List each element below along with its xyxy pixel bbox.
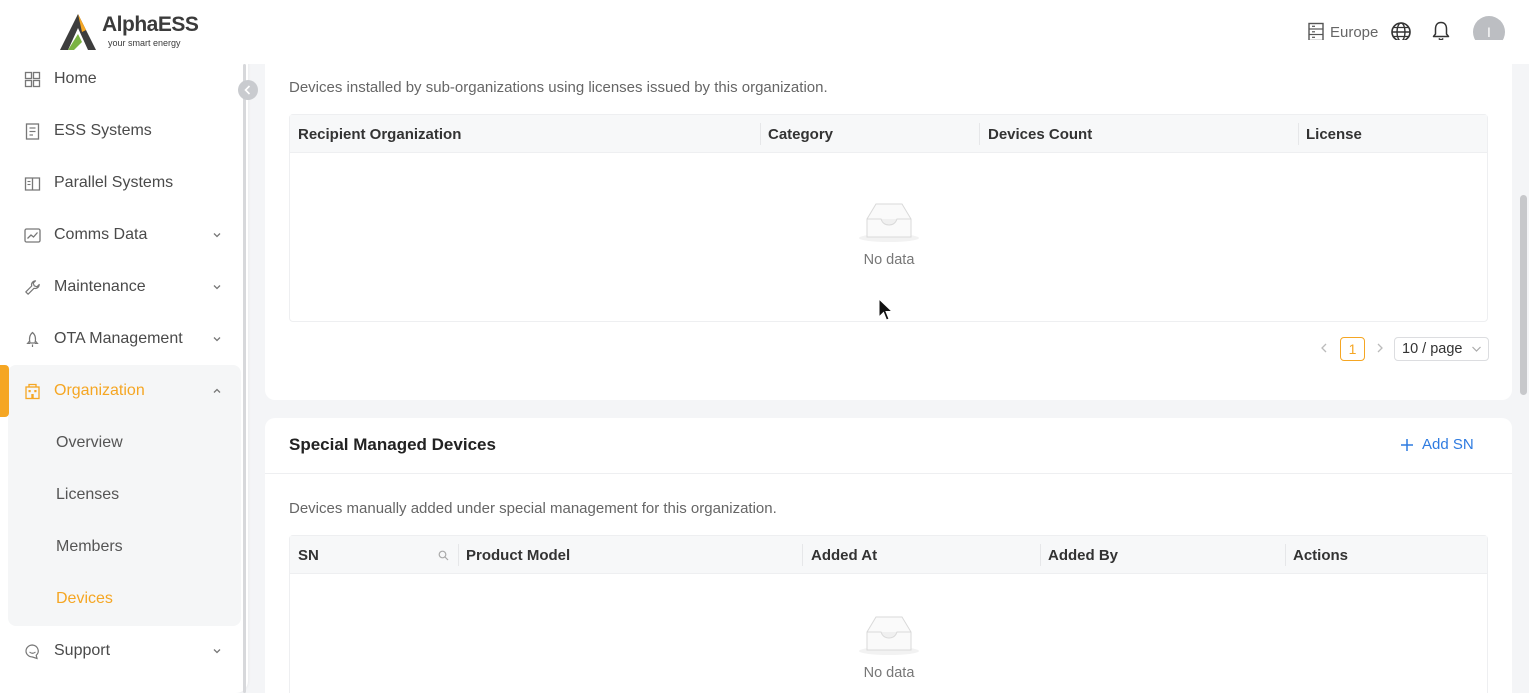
licensed-devices-description: Devices installed by sub-organizations u… bbox=[289, 79, 828, 96]
sidebar-item-support[interactable]: Support bbox=[0, 625, 240, 677]
empty-inbox-icon bbox=[859, 616, 919, 655]
column-header[interactable]: Product Model bbox=[466, 547, 570, 564]
prev-page-button[interactable] bbox=[1319, 338, 1329, 361]
column-header[interactable]: Recipient Organization bbox=[298, 126, 461, 143]
chevron-left-icon bbox=[1321, 343, 1327, 353]
sidebar-item-label: Comms Data bbox=[54, 226, 148, 243]
alphaess-logo[interactable]: AlphaESS your smart energy bbox=[58, 12, 199, 52]
wrench-icon bbox=[25, 280, 40, 295]
empty-state: No data bbox=[829, 201, 949, 268]
column-header[interactable]: Added At bbox=[811, 547, 877, 564]
column-divider bbox=[979, 123, 980, 145]
empty-inbox-icon bbox=[859, 203, 919, 242]
collapse-sidebar-button[interactable] bbox=[238, 80, 258, 100]
region-label: Europe bbox=[1330, 23, 1379, 41]
chevron-left-icon bbox=[244, 85, 251, 95]
building-icon bbox=[25, 383, 40, 400]
empty-text: No data bbox=[863, 252, 915, 268]
column-header[interactable]: Category bbox=[768, 126, 833, 143]
sidebar-item-home[interactable]: Home bbox=[0, 53, 240, 105]
chevron-up-icon bbox=[213, 388, 221, 393]
server-region-icon bbox=[1308, 22, 1324, 42]
support-chat-icon bbox=[25, 644, 39, 660]
column-divider bbox=[1298, 123, 1299, 145]
sidebar-item-organization[interactable]: Organization bbox=[0, 365, 240, 417]
sidebar-item-label: ESS Systems bbox=[54, 122, 152, 139]
page-scrollbar[interactable] bbox=[1520, 195, 1527, 395]
section-title: Special Managed Devices bbox=[289, 435, 496, 454]
sidebar-subitem-licenses[interactable]: Licenses bbox=[56, 486, 119, 504]
sidebar: AlphaESS your smart energy Home ESS Syst… bbox=[0, 0, 248, 693]
search-icon[interactable] bbox=[438, 550, 449, 561]
column-divider bbox=[1285, 544, 1286, 566]
ess-doc-icon bbox=[25, 123, 40, 140]
sidebar-item-ota-management[interactable]: OTA Management bbox=[0, 313, 240, 365]
sidebar-scrollbar[interactable] bbox=[243, 64, 246, 693]
chevron-down-icon bbox=[213, 233, 221, 238]
sidebar-item-label: Maintenance bbox=[54, 278, 146, 295]
licensed-devices-table: Recipient Organization Category Devices … bbox=[289, 114, 1488, 322]
special-devices-table: SN Product Model Added At Added By Actio… bbox=[289, 535, 1488, 693]
table-header: Recipient Organization Category Devices … bbox=[290, 115, 1487, 153]
next-page-button[interactable] bbox=[1375, 338, 1385, 361]
plus-icon bbox=[1401, 438, 1413, 451]
empty-state: No data bbox=[829, 614, 949, 681]
column-header[interactable]: License bbox=[1306, 126, 1362, 143]
home-grid-icon bbox=[24, 71, 41, 88]
column-header[interactable]: SN bbox=[298, 547, 319, 564]
logo-mark-icon bbox=[60, 14, 96, 50]
sidebar-item-parallel-systems[interactable]: Parallel Systems bbox=[0, 157, 240, 209]
table-header: SN Product Model Added At Added By Actio… bbox=[290, 536, 1487, 574]
page-number-current[interactable]: 1 bbox=[1340, 337, 1365, 361]
rocket-icon bbox=[26, 331, 39, 347]
sidebar-subitem-overview[interactable]: Overview bbox=[56, 434, 123, 452]
sidebar-item-label: Support bbox=[54, 642, 111, 659]
chevron-down-icon bbox=[1471, 338, 1482, 368]
region-selector[interactable]: Europe bbox=[1307, 22, 1378, 42]
sidebar-item-label: OTA Management bbox=[54, 330, 183, 347]
parallel-book-icon bbox=[24, 177, 41, 191]
special-devices-description: Devices manually added under special man… bbox=[289, 500, 777, 517]
mouse-cursor-icon bbox=[878, 298, 894, 321]
divider bbox=[265, 473, 1512, 474]
sidebar-item-label: Parallel Systems bbox=[54, 174, 174, 191]
sidebar-item-ess-systems[interactable]: ESS Systems bbox=[0, 105, 240, 157]
add-sn-label: Add SN bbox=[1422, 436, 1474, 453]
empty-text: No data bbox=[863, 665, 915, 681]
sidebar-item-label: Home bbox=[54, 70, 97, 87]
sidebar-subitem-devices[interactable]: Devices bbox=[56, 590, 113, 608]
column-divider bbox=[458, 544, 459, 566]
chevron-down-icon bbox=[213, 337, 221, 342]
logo-text: AlphaESS bbox=[102, 13, 199, 36]
sidebar-subitem-members[interactable]: Members bbox=[56, 538, 123, 556]
column-header[interactable]: Added By bbox=[1048, 547, 1118, 564]
column-header[interactable]: Devices Count bbox=[988, 126, 1092, 143]
column-divider bbox=[802, 544, 803, 566]
chart-line-icon bbox=[24, 228, 41, 243]
sidebar-item-comms-data[interactable]: Comms Data bbox=[0, 209, 240, 261]
chevron-right-icon bbox=[1377, 343, 1383, 353]
sidebar-item-label: Organization bbox=[54, 382, 145, 399]
page-size-value: 10 / page bbox=[1402, 341, 1463, 357]
column-header[interactable]: Actions bbox=[1293, 547, 1348, 564]
page-size-select[interactable]: 10 / page bbox=[1394, 337, 1489, 361]
bell-icon[interactable] bbox=[1430, 20, 1452, 42]
chevron-down-icon bbox=[213, 285, 221, 290]
add-sn-button[interactable]: Add SN bbox=[1399, 436, 1474, 453]
sidebar-item-maintenance[interactable]: Maintenance bbox=[0, 261, 240, 313]
logo-tagline: your smart energy bbox=[108, 38, 181, 48]
chevron-down-icon bbox=[213, 649, 221, 654]
column-divider bbox=[760, 123, 761, 145]
column-divider bbox=[1040, 544, 1041, 566]
